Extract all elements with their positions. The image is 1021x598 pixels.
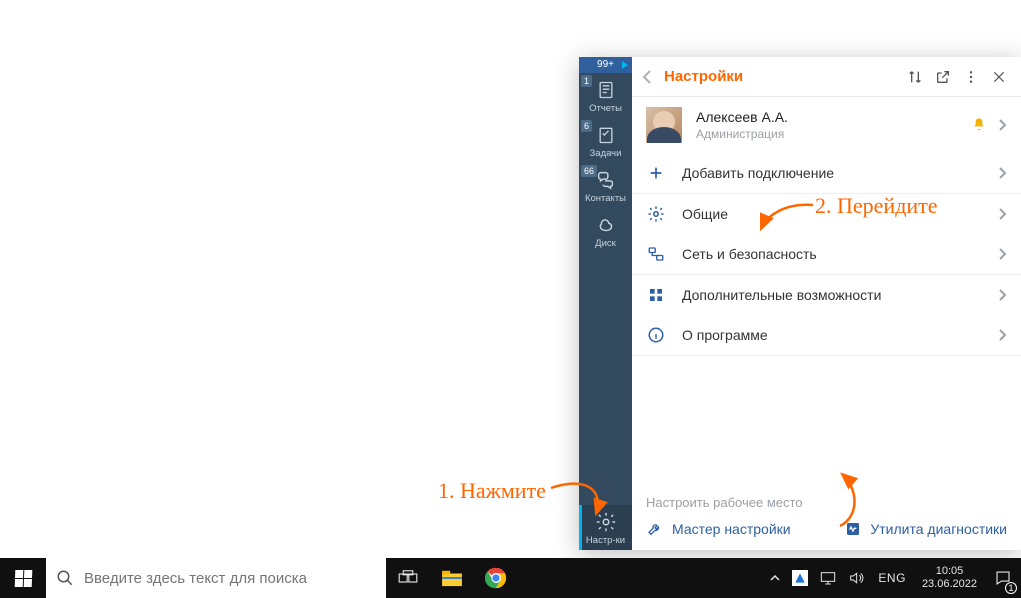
chevron-right-icon (999, 167, 1007, 179)
sort-icon[interactable] (901, 63, 929, 91)
tray-app-icon[interactable] (786, 558, 814, 598)
chevron-right-icon (999, 329, 1007, 341)
avatar (646, 107, 682, 143)
panel-header: Настройки (632, 57, 1021, 97)
disk-icon (595, 214, 617, 236)
diagnostics-tool[interactable]: Утилита диагностики (844, 520, 1007, 538)
settings-about-row[interactable]: О программе (632, 315, 1021, 355)
tool-label: Утилита диагностики (870, 521, 1007, 537)
panel-footer: Настроить рабочее место Мастер настройки… (632, 487, 1021, 550)
bell-icon[interactable] (971, 117, 987, 133)
contacts-icon (595, 169, 617, 191)
user-row[interactable]: Алексеев А.А. Администрация (632, 97, 1021, 153)
tasks-icon (595, 124, 617, 146)
tray-display-icon[interactable] (814, 558, 842, 598)
row-label: Общие (682, 206, 999, 222)
taskbar: ENG 10:05 23.06.2022 1 (0, 558, 1021, 598)
diagnostics-icon (844, 520, 862, 538)
nav-label: Диск (595, 238, 616, 249)
gear-icon (646, 204, 666, 224)
chevron-right-icon (999, 119, 1007, 131)
badge: 1 (581, 75, 592, 87)
more-icon[interactable] (957, 63, 985, 91)
user-dept: Администрация (696, 127, 971, 141)
footer-hint: Настроить рабочее место (646, 495, 1007, 510)
settings-network-security-row[interactable]: Сеть и безопасность (632, 234, 1021, 274)
app-window: 99+ 1 Отчеты 6 Задачи 66 Контакты (579, 57, 1021, 550)
annotation-step1: 1. Нажмите (438, 478, 546, 504)
tray-notifications-icon[interactable]: 1 (985, 558, 1021, 598)
nav-label: Задачи (590, 148, 622, 159)
badge: 66 (581, 165, 597, 177)
nav-item-settings[interactable]: Настр-ки (579, 505, 632, 550)
tool-label: Мастер настройки (672, 521, 791, 537)
tray-time: 10:05 (936, 565, 964, 578)
chevron-right-icon (999, 208, 1007, 220)
nav-item-tasks[interactable]: 6 Задачи (579, 118, 632, 163)
tray-date: 23.06.2022 (922, 578, 977, 591)
add-connection-row[interactable]: Добавить подключение (632, 153, 1021, 193)
info-icon (646, 325, 666, 345)
gear-icon (595, 511, 617, 533)
search-icon (56, 569, 74, 587)
badge: 6 (581, 120, 592, 132)
chevron-right-icon (999, 289, 1007, 301)
wrench-icon (646, 520, 664, 538)
notif-badge: 1 (1005, 582, 1017, 594)
chrome-icon[interactable] (474, 558, 518, 598)
settings-panel: Настройки Алексеев А.А. Администрация (632, 57, 1021, 550)
nav-item-contacts[interactable]: 66 Контакты (579, 163, 632, 208)
row-label: О программе (682, 327, 999, 343)
plus-icon (646, 163, 666, 183)
tray-chevron-up-icon[interactable] (764, 558, 786, 598)
row-label: Добавить подключение (682, 165, 999, 181)
close-icon[interactable] (985, 63, 1013, 91)
nav-label: Настр-ки (586, 535, 625, 546)
nav-label: Отчеты (589, 103, 622, 114)
taskbar-pinned (386, 558, 518, 598)
explorer-icon[interactable] (430, 558, 474, 598)
taskbar-search[interactable] (46, 558, 386, 598)
wizard-tool[interactable]: Мастер настройки (646, 520, 791, 538)
system-tray: ENG 10:05 23.06.2022 1 (764, 558, 1021, 598)
tray-clock[interactable]: 10:05 23.06.2022 (914, 558, 985, 598)
nav-item-reports[interactable]: 1 Отчеты (579, 73, 632, 118)
nav-top-badge[interactable]: 99+ (579, 57, 632, 73)
user-name: Алексеев А.А. (696, 109, 971, 125)
chevron-right-icon (999, 248, 1007, 260)
popout-icon[interactable] (929, 63, 957, 91)
start-button[interactable] (0, 558, 46, 598)
network-icon (646, 244, 666, 264)
tray-volume-icon[interactable] (842, 558, 870, 598)
reports-icon (595, 79, 617, 101)
back-icon[interactable] (642, 70, 660, 84)
panel-title: Настройки (664, 68, 901, 85)
settings-general-row[interactable]: Общие (632, 194, 1021, 234)
tray-language[interactable]: ENG (870, 558, 914, 598)
nav-sidebar: 99+ 1 Отчеты 6 Задачи 66 Контакты (579, 57, 632, 550)
nav-label: Контакты (585, 193, 626, 204)
settings-advanced-row[interactable]: Дополнительные возможности (632, 275, 1021, 315)
search-input[interactable] (84, 570, 376, 587)
windows-icon (14, 570, 32, 587)
row-label: Сеть и безопасность (682, 246, 999, 262)
row-label: Дополнительные возможности (682, 287, 999, 303)
taskview-icon[interactable] (386, 558, 430, 598)
grid-icon (646, 285, 666, 305)
nav-item-disk[interactable]: Диск (579, 208, 632, 253)
